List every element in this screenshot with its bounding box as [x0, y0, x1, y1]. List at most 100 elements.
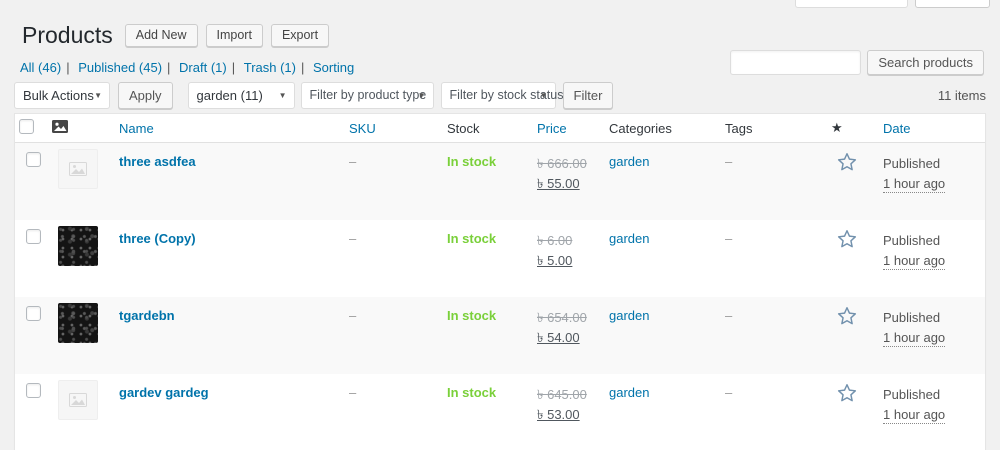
product-thumbnail-placeholder[interactable]	[58, 149, 98, 189]
product-name-link[interactable]: three (Copy)	[119, 231, 196, 246]
stock-column-header: Stock	[447, 120, 480, 136]
product-thumbnail[interactable]	[58, 226, 98, 266]
post-status: Published	[883, 387, 941, 402]
table-row: gardev gardeg – In stock ৳ 645.00 ৳ 53.0…	[15, 374, 985, 450]
stock-status: In stock	[447, 231, 497, 246]
search-box: Search products	[730, 50, 984, 75]
relative-date: 1 hour ago	[883, 407, 946, 425]
view-sorting-link[interactable]: Sorting	[313, 60, 354, 75]
price-old: ৳ 666.00	[537, 156, 587, 171]
sort-by-date-header[interactable]: Date	[883, 121, 910, 136]
search-products-button[interactable]: Search products	[867, 50, 984, 75]
image-column-header	[48, 119, 115, 137]
view-separator: |	[300, 60, 305, 75]
date-cell: Published 1 hour ago	[879, 297, 985, 374]
date-cell: Published 1 hour ago	[879, 143, 985, 220]
relative-date: 1 hour ago	[883, 330, 946, 348]
categories-column-header: Categories	[609, 120, 672, 136]
price-new: ৳ 54.00	[537, 330, 580, 346]
row-checkbox[interactable]	[26, 383, 41, 398]
price-value: ৳ 666.00 ৳ 55.00	[533, 143, 605, 220]
filter-button[interactable]: Filter	[562, 81, 614, 109]
view-trash-link[interactable]: Trash (1)	[244, 60, 296, 75]
tags-value: –	[725, 308, 733, 323]
stock-status-filter-select[interactable]: Filter by stock status ▼	[440, 81, 563, 109]
product-name-link[interactable]: tgardebn	[119, 308, 175, 323]
bulk-actions-select[interactable]: Bulk Actions ▼	[14, 81, 110, 109]
view-separator: |	[66, 60, 70, 75]
star-outline-icon	[837, 307, 857, 325]
table-header-row: Name SKU Stock Price Categories Tags ★ D…	[15, 114, 985, 143]
image-icon	[52, 119, 68, 133]
row-checkbox[interactable]	[26, 229, 41, 244]
add-new-button[interactable]: Add New	[124, 24, 198, 48]
post-status: Published	[883, 156, 941, 171]
tags-value: –	[725, 385, 733, 400]
category-link[interactable]: garden	[609, 154, 649, 169]
price-value: ৳ 654.00 ৳ 54.00	[533, 297, 605, 374]
apply-button[interactable]: Apply	[118, 81, 173, 109]
toggle-featured-star[interactable]	[836, 151, 858, 176]
price-new: ৳ 5.00	[537, 253, 573, 269]
sort-by-price-header[interactable]: Price	[537, 121, 567, 136]
view-all-link[interactable]: All (46)	[20, 60, 61, 75]
row-checkbox[interactable]	[26, 306, 41, 321]
export-button[interactable]: Export	[270, 24, 330, 48]
items-count: 11 items	[937, 87, 986, 103]
date-cell: Published 1 hour ago	[879, 220, 985, 297]
view-separator: |	[231, 60, 236, 75]
chevron-down-icon: ▼	[539, 90, 548, 100]
sku-value: –	[349, 231, 357, 246]
star-outline-icon	[837, 230, 857, 248]
view-published-link[interactable]: Published (45)	[78, 60, 162, 75]
price-value: ৳ 6.00 ৳ 5.00	[533, 220, 605, 297]
category-filter-label: garden (11)	[196, 87, 263, 103]
price-new: ৳ 53.00	[537, 407, 580, 423]
cropped-topbar-input[interactable]	[795, 0, 908, 8]
star-filled-icon: ★	[831, 120, 843, 135]
price-new: ৳ 55.00	[537, 176, 580, 192]
tags-value: –	[725, 231, 733, 246]
stock-status: In stock	[447, 385, 497, 400]
product-name-link[interactable]: three asdfea	[119, 154, 196, 169]
sku-value: –	[349, 385, 357, 400]
page-title: Products	[22, 22, 113, 48]
price-old: ৳ 645.00	[537, 387, 587, 402]
category-link[interactable]: garden	[609, 308, 649, 323]
table-row: three (Copy) – In stock ৳ 6.00 ৳ 5.00 ga…	[15, 220, 985, 297]
stock-status: In stock	[447, 308, 497, 323]
toggle-featured-star[interactable]	[836, 305, 858, 330]
category-link[interactable]: garden	[609, 231, 649, 246]
toggle-featured-star[interactable]	[836, 382, 858, 407]
star-outline-icon	[837, 384, 857, 402]
toggle-featured-star[interactable]	[836, 228, 858, 253]
view-draft-link[interactable]: Draft (1)	[179, 60, 227, 75]
date-cell: Published 1 hour ago	[879, 374, 985, 450]
stock-status: In stock	[447, 154, 497, 169]
placeholder-image-icon	[69, 393, 87, 407]
select-all-checkbox[interactable]	[19, 119, 34, 134]
cropped-topbar-button[interactable]	[915, 0, 990, 8]
relative-date: 1 hour ago	[883, 176, 946, 194]
post-status: Published	[883, 233, 941, 248]
tags-column-header: Tags	[725, 120, 753, 136]
price-old: ৳ 654.00	[537, 310, 587, 325]
product-type-filter-select[interactable]: Filter by product type ▼	[300, 81, 434, 109]
category-filter-select[interactable]: garden (11) ▼	[187, 81, 295, 109]
sort-by-name-header[interactable]: Name	[119, 121, 154, 136]
product-thumbnail-placeholder[interactable]	[58, 380, 98, 420]
post-status: Published	[883, 310, 941, 325]
sort-by-sku-header[interactable]: SKU	[349, 121, 376, 136]
product-thumbnail[interactable]	[58, 303, 98, 343]
search-products-input[interactable]	[730, 50, 862, 75]
product-name-link[interactable]: gardev gardeg	[119, 385, 209, 400]
category-link[interactable]: garden	[609, 385, 649, 400]
row-checkbox[interactable]	[26, 152, 41, 167]
table-row: tgardebn – In stock ৳ 654.00 ৳ 54.00 gar…	[15, 297, 985, 374]
tags-value: –	[725, 154, 733, 169]
chevron-down-icon: ▼	[94, 90, 102, 100]
import-button[interactable]: Import	[205, 24, 263, 48]
star-outline-icon	[837, 153, 857, 171]
price-value: ৳ 645.00 ৳ 53.00	[533, 374, 605, 450]
price-old: ৳ 6.00	[537, 233, 573, 248]
